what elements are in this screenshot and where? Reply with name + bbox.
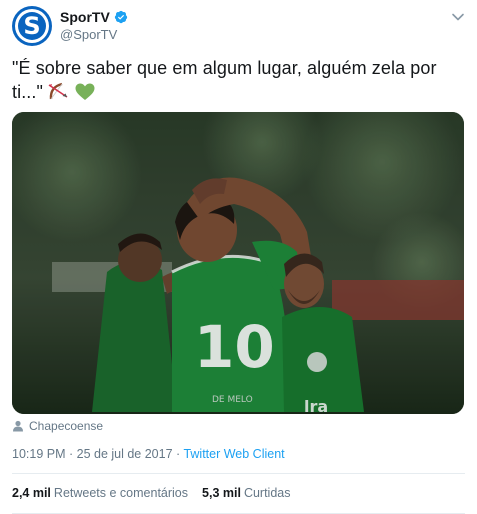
verified-badge-icon [114, 10, 127, 24]
retweets-stat[interactable]: 2,4 mil Retweets e comentários [12, 486, 188, 500]
client-link[interactable]: Twitter Web Client [183, 447, 284, 461]
tweet-photo[interactable]: 10 DE MELO lra [12, 112, 464, 414]
retweets-label: Retweets e comentários [53, 486, 189, 500]
bow-and-arrow-icon [48, 81, 70, 107]
green-heart-icon [75, 83, 95, 107]
avatar-letter: S [23, 12, 41, 40]
likes-count: 5,3 mil [202, 486, 241, 500]
chevron-down-icon[interactable] [451, 10, 465, 24]
likes-label: Curtidas [243, 486, 291, 500]
timestamp-separator-2: · [172, 447, 184, 461]
author-row: SporTV [60, 9, 128, 25]
photo-credit[interactable]: Chapecoense [29, 419, 103, 433]
tweet-timestamp: 10:19 PM · 25 de jul de 2017 · Twitter W… [12, 447, 285, 461]
tweet-stats: 2,4 mil Retweets e comentários 5,3 mil Cur… [12, 486, 290, 500]
author-name[interactable]: SporTV [60, 9, 110, 25]
timestamp-time[interactable]: 10:19 PM [12, 447, 66, 461]
timestamp-separator: · [65, 447, 77, 461]
tweet-text: "É sobre saber que em algum lugar, algué… [12, 56, 462, 107]
photo-credit-row: Chapecoense [12, 419, 103, 433]
tweet-card: S SporTV @SporTV "É sobre saber que em a… [0, 0, 477, 514]
avatar[interactable]: S [12, 6, 52, 46]
divider [12, 473, 465, 474]
photo-illustration: 10 DE MELO lra [12, 112, 464, 414]
person-icon [13, 420, 23, 432]
retweets-count: 2,4 mil [12, 486, 51, 500]
timestamp-date[interactable]: 25 de jul de 2017 [77, 447, 173, 461]
likes-stat[interactable]: 5,3 mil Curtidas [202, 486, 290, 500]
author-handle[interactable]: @SporTV [60, 27, 117, 42]
